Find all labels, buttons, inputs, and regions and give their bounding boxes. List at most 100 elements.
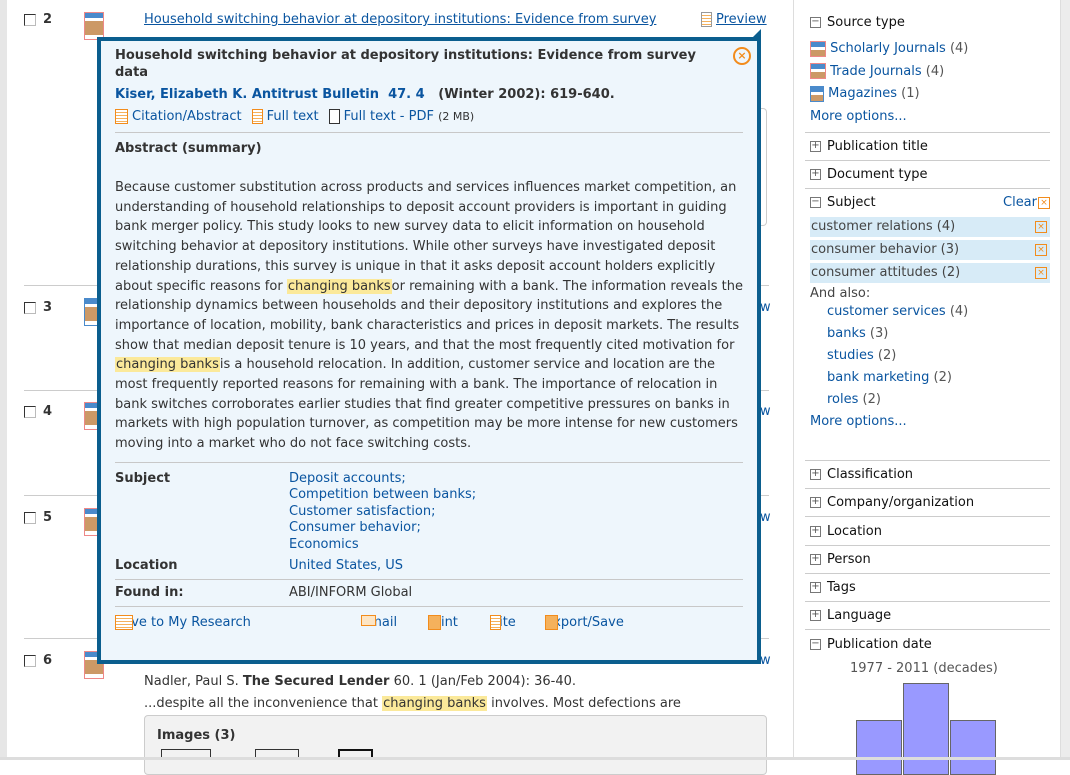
- save-label[interactable]: Save to My Research: [115, 615, 251, 630]
- clear-label[interactable]: Clear: [1003, 195, 1037, 210]
- collapse-icon[interactable]: −: [810, 639, 821, 650]
- also-item[interactable]: banks (3): [810, 323, 1050, 345]
- remove-icon[interactable]: ×: [1035, 221, 1047, 233]
- source-item[interactable]: Magazines (1): [810, 83, 1050, 106]
- facet-publication-date[interactable]: − Publication date: [810, 637, 1050, 652]
- clear-button[interactable]: Clear ×: [1003, 195, 1050, 210]
- close-icon[interactable]: ×: [733, 47, 751, 65]
- histogram-bar-1990s[interactable]: [903, 683, 949, 775]
- preview-link[interactable]: Preview: [716, 12, 767, 27]
- subject-link[interactable]: bank marketing: [827, 370, 929, 385]
- collapse-icon[interactable]: −: [810, 197, 821, 208]
- facet-document-type[interactable]: + Document type: [810, 167, 1050, 182]
- facet-location[interactable]: + Location: [810, 524, 1050, 539]
- highlight: changing banks: [286, 278, 392, 294]
- also-item[interactable]: studies (2): [810, 345, 1050, 367]
- select-checkbox[interactable]: [24, 406, 36, 418]
- pdf-label[interactable]: Full text - PDF: [344, 109, 434, 124]
- save-disk-icon: [545, 615, 558, 631]
- preview-link-partial[interactable]: w: [760, 404, 771, 419]
- source-link[interactable]: Magazines: [828, 86, 897, 101]
- facet-label: Document type: [827, 167, 928, 182]
- subject-link[interactable]: customer services: [827, 304, 946, 319]
- scholarly-journal-icon: [810, 40, 826, 57]
- fulltext-links: Citation/Abstract Full text Full text - …: [115, 109, 743, 124]
- facet-person[interactable]: + Person: [810, 552, 1050, 567]
- facet-tags[interactable]: + Tags: [810, 580, 1050, 595]
- highlight: changing banks: [115, 357, 220, 373]
- expand-icon[interactable]: +: [810, 554, 821, 565]
- result-title-link[interactable]: Household switching behavior at deposito…: [144, 12, 656, 27]
- expand-icon[interactable]: +: [810, 169, 821, 180]
- clear-x-icon[interactable]: ×: [1038, 196, 1050, 209]
- select-checkbox[interactable]: [24, 655, 36, 667]
- also-item[interactable]: bank marketing (2): [810, 367, 1050, 389]
- expand-icon[interactable]: +: [810, 469, 821, 480]
- source-item[interactable]: Scholarly Journals (4): [810, 38, 1050, 61]
- histogram-bar-1980s[interactable]: [856, 719, 902, 775]
- issue-link[interactable]: 47. 4: [388, 87, 425, 102]
- pdf-link[interactable]: Full text - PDF (2 MB): [328, 109, 474, 124]
- full-text-label[interactable]: Full text: [267, 109, 319, 124]
- expand-icon[interactable]: +: [810, 526, 821, 537]
- also-item[interactable]: customer services (4): [810, 301, 1050, 323]
- scrollbar[interactable]: [1060, 0, 1070, 760]
- subject-link[interactable]: Consumer behavior;: [289, 520, 421, 535]
- author-link[interactable]: Kiser, Elizabeth K.: [115, 87, 247, 102]
- facet-company[interactable]: + Company/organization: [810, 495, 1050, 510]
- count: (1): [901, 86, 920, 101]
- full-text-link[interactable]: Full text: [251, 109, 319, 124]
- citation-abstract-link[interactable]: Citation/Abstract: [115, 109, 242, 124]
- facet-label: Language: [827, 608, 892, 623]
- result-citation: Nadler, Paul S. The Secured Lender 60. 1…: [144, 674, 576, 689]
- expand-icon[interactable]: +: [810, 497, 821, 508]
- expand-icon[interactable]: +: [810, 610, 821, 621]
- email-button[interactable]: Email: [361, 615, 397, 630]
- facet-subject[interactable]: − Subject Clear ×: [810, 195, 1050, 210]
- cite-button[interactable]: Cite: [490, 615, 516, 631]
- subject-link[interactable]: Deposit accounts;: [289, 471, 406, 486]
- select-checkbox[interactable]: [24, 302, 36, 314]
- more-options-link[interactable]: More options...: [810, 109, 907, 124]
- count: (4): [949, 41, 969, 56]
- subject-link[interactable]: roles: [827, 392, 858, 407]
- remove-icon[interactable]: ×: [1035, 244, 1047, 256]
- expand-icon[interactable]: +: [810, 141, 821, 152]
- subject-link[interactable]: Competition between banks;: [289, 487, 476, 502]
- export-save-button[interactable]: Export/Save: [545, 615, 624, 631]
- print-button[interactable]: Print: [428, 615, 458, 631]
- remove-icon[interactable]: ×: [1035, 267, 1047, 279]
- facet-classification[interactable]: + Classification: [810, 467, 1050, 482]
- expand-icon[interactable]: +: [810, 582, 821, 593]
- source-link[interactable]: Scholarly Journals: [830, 41, 946, 56]
- select-checkbox[interactable]: [24, 512, 36, 524]
- subject-link[interactable]: Economics: [289, 537, 359, 552]
- more-options-link[interactable]: More options...: [810, 414, 907, 429]
- source-link[interactable]: Trade Journals: [830, 64, 921, 79]
- divider: [805, 160, 1050, 161]
- save-to-my-research-button[interactable]: Save to My Research: [115, 615, 251, 631]
- also-item[interactable]: roles (2): [810, 389, 1050, 411]
- facet-source-type[interactable]: − Source type: [810, 15, 1050, 30]
- found-in-section: Found in: ABI/INFORM Global: [115, 585, 743, 602]
- publication-link[interactable]: Antitrust Bulletin: [252, 87, 379, 102]
- subject-link[interactable]: studies: [827, 348, 874, 363]
- preview-link-partial[interactable]: w: [760, 300, 771, 315]
- location-link[interactable]: United States, US: [289, 558, 403, 573]
- histogram-bar-2000s[interactable]: [950, 719, 996, 775]
- preview-button[interactable]: Preview: [701, 12, 767, 27]
- snippet-text: involves. Most defections are: [491, 696, 681, 711]
- preview-link-partial[interactable]: w: [760, 653, 771, 668]
- date-range-label: 1977 - 2011 (decades): [850, 661, 998, 676]
- select-checkbox[interactable]: [24, 14, 36, 26]
- citation-abstract-label[interactable]: Citation/Abstract: [132, 109, 242, 124]
- preview-link-partial[interactable]: w: [760, 510, 771, 525]
- subject-link[interactable]: banks: [827, 326, 866, 341]
- facet-publication-title[interactable]: + Publication title: [810, 139, 1050, 154]
- subject-link[interactable]: Customer satisfaction;: [289, 504, 435, 519]
- citation-icon: [115, 109, 128, 124]
- date: (Winter 2002): 619-640.: [438, 87, 615, 102]
- facet-language[interactable]: + Language: [810, 608, 1050, 623]
- collapse-icon[interactable]: −: [810, 17, 821, 28]
- source-item[interactable]: Trade Journals (4): [810, 61, 1050, 84]
